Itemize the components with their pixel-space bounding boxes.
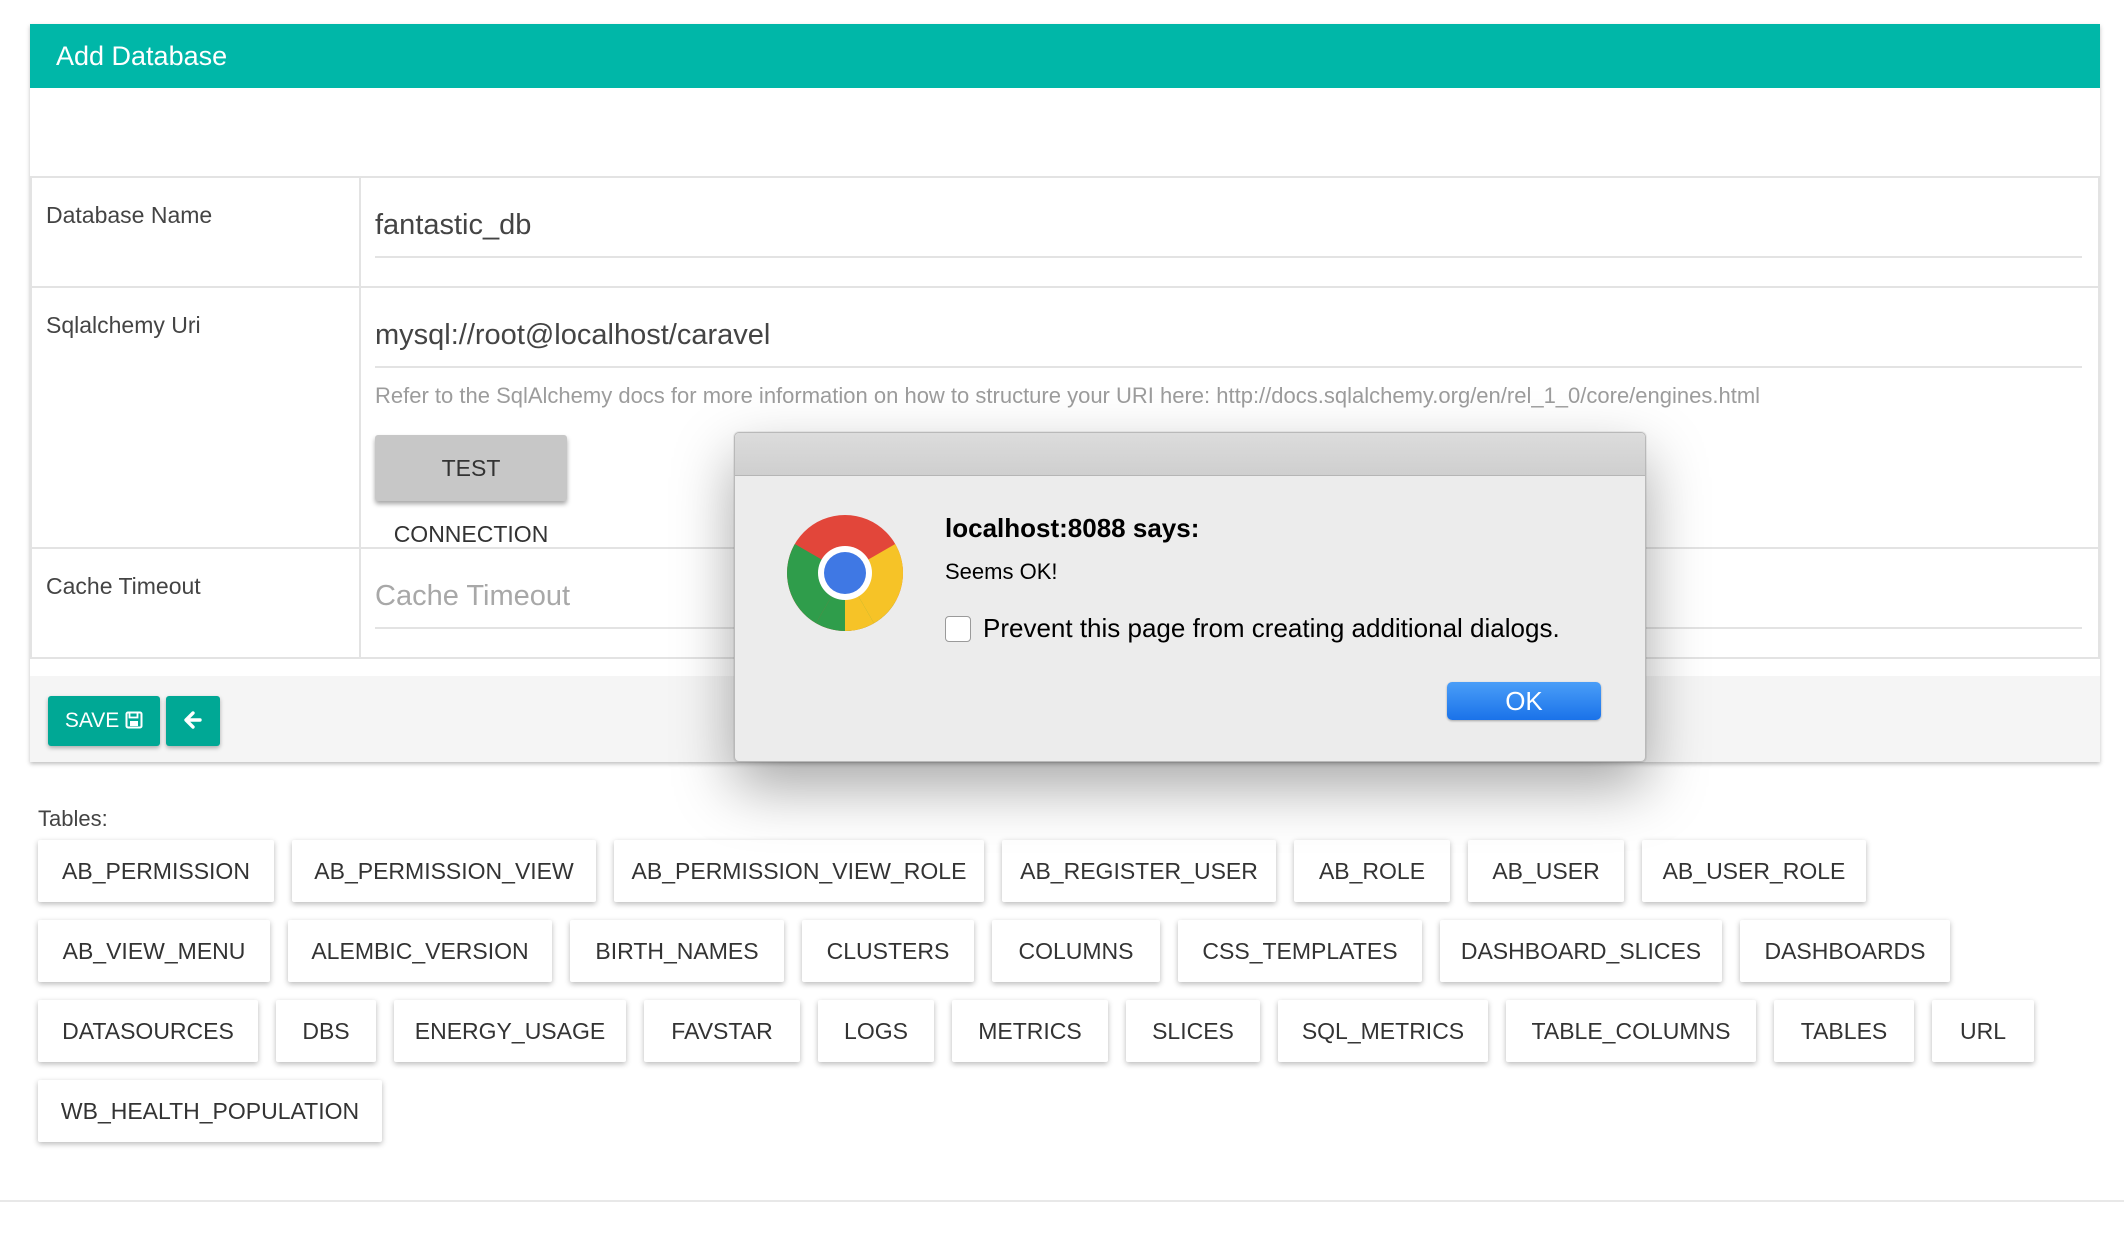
table-chip[interactable]: DASHBOARD_SLICES [1440, 920, 1722, 982]
table-chip[interactable]: AB_REGISTER_USER [1002, 840, 1276, 902]
table-chip[interactable]: LOGS [818, 1000, 934, 1062]
table-chip[interactable]: DASHBOARDS [1740, 920, 1950, 982]
prevent-dialogs-label: Prevent this page from creating addition… [983, 613, 1560, 643]
table-chip[interactable]: AB_PERMISSION_VIEW [292, 840, 596, 902]
table-chip[interactable]: SLICES [1126, 1000, 1260, 1062]
ok-button[interactable]: OK [1447, 682, 1601, 720]
table-chip[interactable]: CSS_TEMPLATES [1178, 920, 1422, 982]
save-button[interactable]: SAVE [48, 696, 160, 746]
dialog-title: localhost:8088 says: [945, 513, 1200, 543]
table-chip[interactable]: WB_HEALTH_POPULATION [38, 1080, 382, 1142]
sqlalchemy-uri-label: Sqlalchemy Uri [30, 286, 361, 549]
test-connection-button[interactable]: TEST CONNECTION [375, 435, 567, 547]
prevent-dialogs-option[interactable]: Prevent this page from creating addition… [945, 613, 1560, 644]
panel-title: Add Database [30, 24, 2100, 88]
table-chip[interactable]: BIRTH_NAMES [570, 920, 784, 982]
tables-label: Tables: [38, 806, 108, 831]
table-chip[interactable]: DATASOURCES [38, 1000, 258, 1062]
table-chip[interactable]: ALEMBIC_VERSION [288, 920, 552, 982]
table-chip[interactable]: METRICS [952, 1000, 1108, 1062]
table-chip[interactable]: AB_ROLE [1294, 840, 1450, 902]
table-chip[interactable]: AB_VIEW_MENU [38, 920, 270, 982]
table-chip[interactable]: FAVSTAR [644, 1000, 800, 1062]
footer-divider [0, 1200, 2124, 1202]
table-chip[interactable]: URL [1932, 1000, 2034, 1062]
prevent-dialogs-checkbox[interactable] [945, 615, 971, 642]
table-chip[interactable]: AB_PERMISSION [38, 840, 274, 902]
table-chip[interactable]: ENERGY_USAGE [394, 1000, 626, 1062]
table-chip[interactable]: DBS [276, 1000, 376, 1062]
table-chip[interactable]: AB_USER_ROLE [1642, 840, 1866, 902]
dialog-message: Seems OK! [945, 559, 1058, 584]
cache-timeout-label: Cache Timeout [30, 547, 361, 659]
table-chip[interactable]: SQL_METRICS [1278, 1000, 1488, 1062]
table-chip[interactable]: COLUMNS [992, 920, 1160, 982]
table-chip[interactable]: TABLE_COLUMNS [1506, 1000, 1756, 1062]
back-button[interactable] [166, 696, 220, 746]
table-chip[interactable]: TABLES [1774, 1000, 1914, 1062]
save-label: SAVE [64, 709, 120, 732]
database-name-input[interactable]: fantastic_db [375, 178, 2082, 258]
dialog-titlebar[interactable] [735, 433, 1645, 476]
arrow-left-icon [183, 709, 203, 732]
floppy-disk-icon [125, 709, 143, 732]
table-chip[interactable]: CLUSTERS [802, 920, 974, 982]
chrome-logo-icon [785, 513, 905, 633]
sqlalchemy-uri-input[interactable]: mysql://root@localhost/caravel [375, 288, 2082, 368]
table-chip[interactable]: AB_PERMISSION_VIEW_ROLE [614, 840, 984, 902]
sqlalchemy-uri-help: Refer to the SqlAlchemy docs for more in… [375, 383, 1761, 408]
alert-dialog: localhost:8088 says: Seems OK! Prevent t… [734, 432, 1646, 762]
database-name-label: Database Name [30, 176, 361, 288]
table-chip[interactable]: AB_USER [1468, 840, 1624, 902]
